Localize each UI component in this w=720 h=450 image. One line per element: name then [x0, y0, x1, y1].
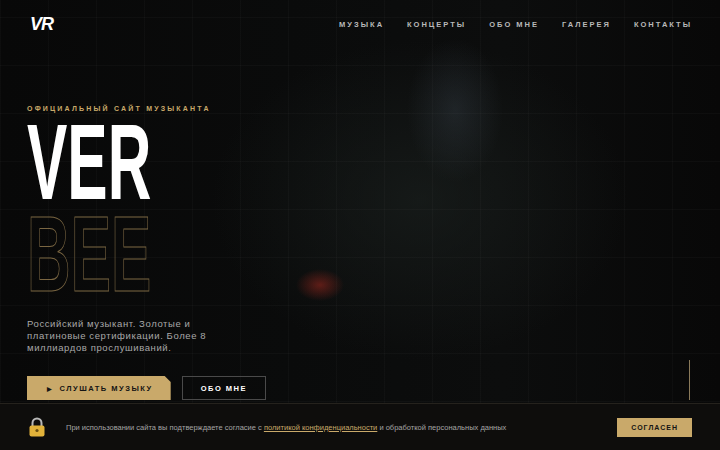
cookie-text: При использовании сайта вы подтверждаете… [66, 423, 605, 432]
nav-item[interactable]: ГАЛЕРЕЯ [562, 20, 611, 29]
main-nav: МУЗЫКА КОНЦЕРТЫ ОБО МНЕ ГАЛЕРЕЯ КОНТАКТЫ [339, 20, 692, 29]
description: Российский музыкант. Золотые и платиновы… [27, 318, 242, 354]
page: VR МУЗЫКА КОНЦЕРТЫ ОБО МНЕ ГАЛЕРЕЯ КОНТАКТЫ ОФ… [0, 0, 720, 450]
header: VR МУЗЫКА КОНЦЕРТЫ ОБО МНЕ ГАЛЕРЕЯ КОНТАКТЫ [0, 0, 720, 48]
cookie-bar: При использовании сайта вы подтверждаете… [0, 403, 720, 450]
about-button[interactable]: ОБО МНЕ [182, 376, 266, 400]
agree-button[interactable]: СОГЛАСЕН [617, 418, 692, 437]
nav-item[interactable]: КОНТАКТЫ [634, 20, 692, 29]
nav-item[interactable]: КОНЦЕРТЫ [407, 20, 466, 29]
nav-item[interactable]: МУЗЫКА [339, 20, 384, 29]
listen-button[interactable]: ▶СЛУШАТЬ МУЗЫКУ [27, 376, 171, 400]
title-bottom: BEE [27, 208, 161, 300]
hero: ОФИЦИАЛЬНЫЙ САЙТ МУЗЫКАНТА VERBEE Российск… [0, 48, 720, 400]
title-top: VER [27, 116, 161, 208]
privacy-link[interactable]: политикой конфиденциальности [264, 423, 377, 432]
hero-actions: ▶СЛУШАТЬ МУЗЫКУ ОБО МНЕ [27, 376, 720, 400]
eyebrow: ОФИЦИАЛЬНЫЙ САЙТ МУЗЫКАНТА [27, 104, 720, 114]
scroll-indicator [689, 360, 690, 400]
logo[interactable]: VR [30, 14, 53, 35]
nav-item[interactable]: ОБО МНЕ [489, 20, 539, 29]
play-icon: ▶ [47, 385, 54, 392]
lock-icon [28, 417, 46, 437]
